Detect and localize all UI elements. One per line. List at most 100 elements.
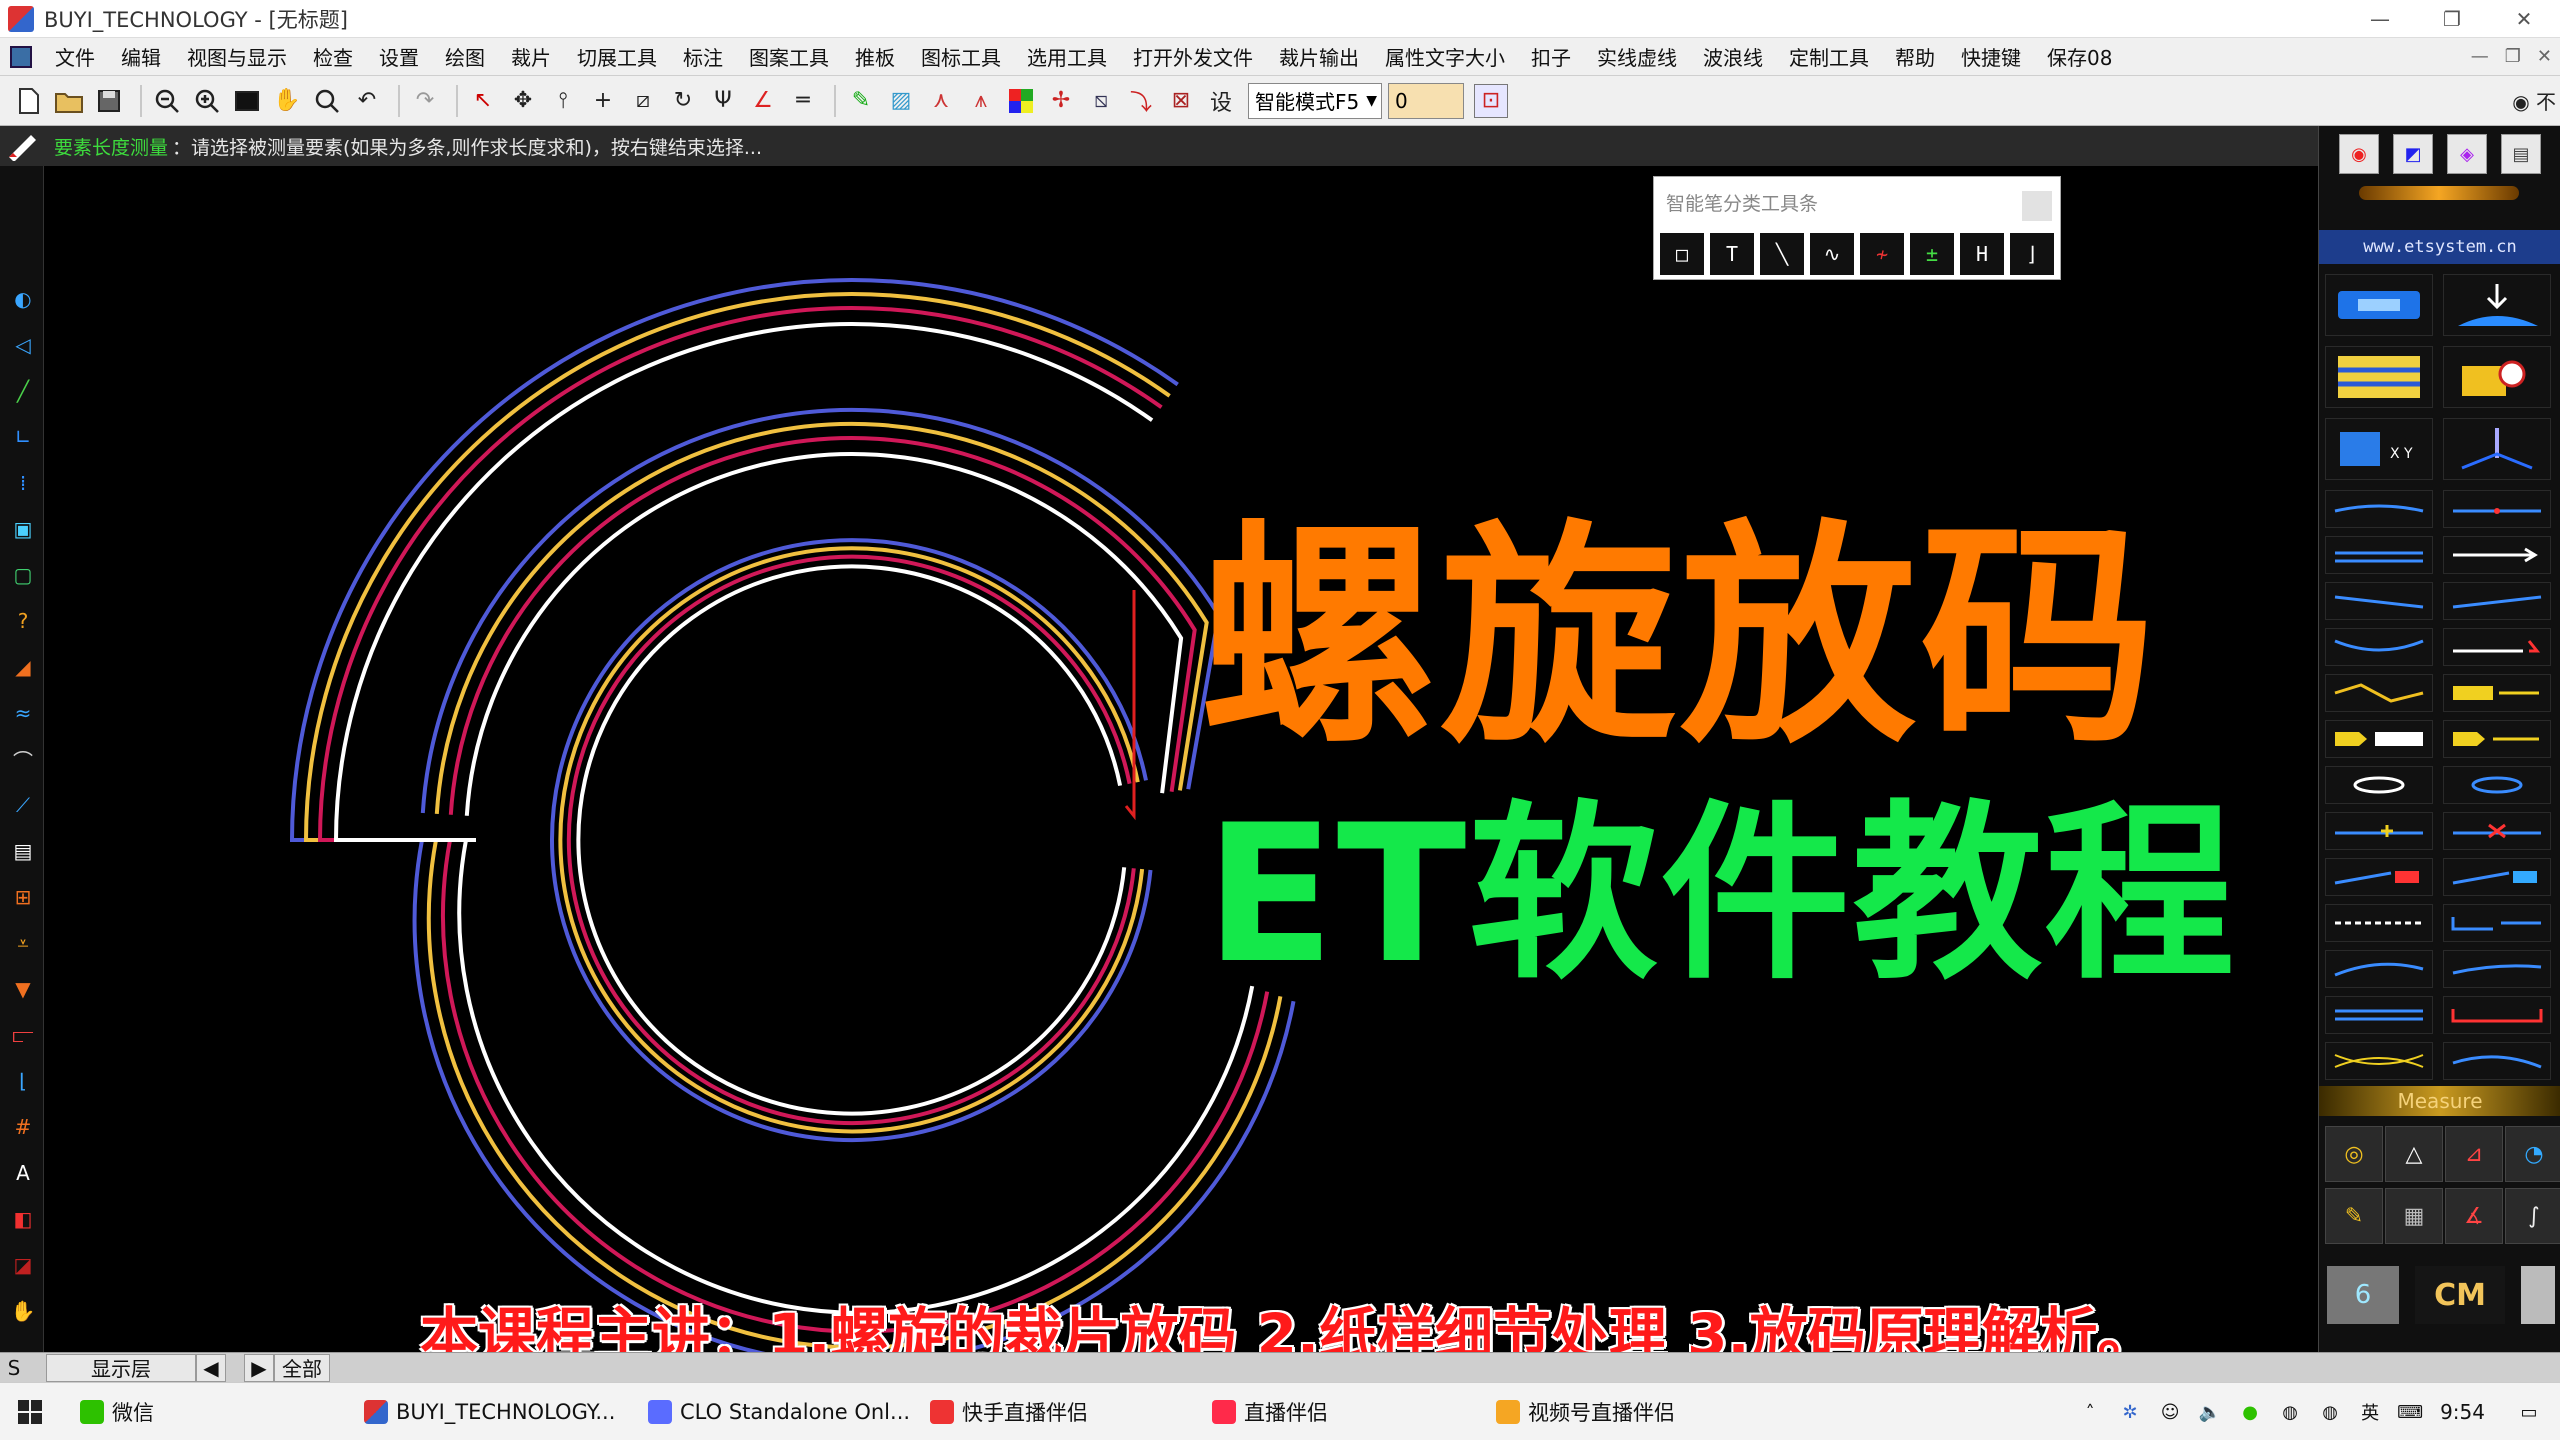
menu-icon-tools[interactable]: 图标工具 — [908, 42, 1014, 71]
task-clo[interactable]: CLO Standalone Onl... — [648, 1391, 910, 1433]
xy-coordinate-icon[interactable]: X Y — [2325, 418, 2433, 480]
curve-edit-icon[interactable] — [2325, 950, 2433, 988]
angle-measure-icon[interactable]: ∡ — [2445, 1188, 2503, 1244]
help-tool-icon[interactable]: ? — [8, 606, 38, 636]
undo-icon[interactable]: ↶ — [350, 84, 384, 118]
menu-pieces[interactable]: 裁片 — [498, 42, 564, 71]
box-tool-icon[interactable]: ▢ — [8, 560, 38, 590]
menu-custom-tools[interactable]: 定制工具 — [1776, 42, 1882, 71]
website-label[interactable]: www.etsystem.cn — [2319, 230, 2560, 264]
zoom-in-icon[interactable] — [190, 84, 224, 118]
chart-icon[interactable]: ◩ — [2393, 134, 2433, 174]
measure-box-icon[interactable]: ⊠ — [1164, 84, 1198, 118]
radio-icon[interactable]: ◉ — [2512, 90, 2529, 114]
menu-view[interactable]: 视图与显示 — [174, 42, 300, 71]
marker-arrow-icon[interactable] — [2325, 858, 2433, 896]
record-icon[interactable]: ◉ — [2339, 134, 2379, 174]
tag-tool-icon[interactable] — [2325, 720, 2433, 758]
bracket-line-icon[interactable] — [2443, 996, 2551, 1034]
rotate-icon[interactable]: ↻ — [666, 84, 700, 118]
calculator-icon[interactable] — [2521, 1266, 2555, 1324]
line-arrow-icon[interactable] — [2443, 536, 2551, 574]
pencil-measure-icon[interactable]: ✎ — [2325, 1188, 2383, 1244]
line-pen-tool[interactable]: ╲ — [1760, 233, 1804, 275]
menu-shortcuts[interactable]: 快捷键 — [1948, 42, 2034, 71]
document-icon[interactable] — [10, 45, 32, 68]
cross-point-icon[interactable]: + — [586, 84, 620, 118]
chevron-up-icon[interactable]: ˄ — [2077, 1399, 2103, 1425]
drill-tool-icon[interactable]: ▼ — [8, 974, 38, 1004]
ruler-tool-icon[interactable]: ⟋ — [8, 790, 38, 820]
menu-wave-line[interactable]: 波浪线 — [1690, 42, 1776, 71]
green-pen-icon[interactable]: ✎ — [844, 84, 878, 118]
symmetry-tool-icon[interactable]: ⩚ — [964, 84, 998, 118]
triangle-measure-icon[interactable]: △ — [2385, 1126, 2443, 1182]
line-angle-icon[interactable] — [2443, 582, 2551, 620]
spiral-outline-crimson[interactable] — [317, 306, 1270, 1334]
cross-curve-icon[interactable] — [2325, 1042, 2433, 1080]
network-share-icon[interactable]: ✲ — [2117, 1399, 2143, 1425]
notification-icon[interactable]: ▭ — [2516, 1399, 2542, 1425]
line-curve-icon[interactable] — [2325, 628, 2433, 666]
menu-check[interactable]: 检查 — [300, 42, 366, 71]
download-icon[interactable] — [2443, 274, 2551, 336]
table-icon[interactable] — [2325, 346, 2433, 408]
chain-tool-icon[interactable] — [2325, 904, 2433, 942]
angle-tool-icon[interactable]: ∠ — [746, 84, 780, 118]
menu-edit[interactable]: 编辑 — [108, 42, 174, 71]
needle-tool-icon[interactable] — [2443, 418, 2551, 480]
task-wechat[interactable]: 微信 — [80, 1391, 154, 1433]
task-buyi[interactable]: BUYI_TECHNOLOGY... — [364, 1391, 615, 1433]
right-angle-icon[interactable]: ∟ — [8, 422, 38, 452]
printer-icon[interactable]: ▤ — [2501, 134, 2541, 174]
clock-time[interactable]: 9:54 — [2440, 1400, 2485, 1424]
eraser-tool-icon[interactable]: ◧ — [8, 1204, 38, 1234]
zoom-window-icon[interactable] — [310, 84, 344, 118]
window-toggle-icon[interactable]: ⊡ — [1474, 83, 1508, 118]
task-kuaishou[interactable]: 快手直播伴侣 — [930, 1391, 1088, 1433]
all-layers-button[interactable]: 全部 — [274, 1353, 330, 1382]
menu-buttons[interactable]: 扣子 — [1518, 42, 1584, 71]
step-tool-icon[interactable]: ⫍ — [8, 1020, 38, 1050]
rectangle-tool-icon[interactable]: ▣ — [8, 514, 38, 544]
add-mark-icon[interactable] — [2325, 812, 2433, 850]
arc-tool-icon[interactable]: ⌒ — [8, 744, 38, 774]
line-tool-icon[interactable]: ╱ — [8, 376, 38, 406]
user-tray-icon[interactable]: ☺ — [2157, 1399, 2183, 1425]
ruler-measure-icon[interactable]: ⊿ — [2445, 1126, 2503, 1182]
mdi-restore-button[interactable]: ❐ — [2505, 46, 2521, 67]
double-line-icon[interactable] — [2325, 996, 2433, 1034]
funnel-tool-icon[interactable]: ⩡ — [8, 928, 38, 958]
offset-pen-tool[interactable]: ± — [1910, 233, 1954, 275]
layer-size-label[interactable]: S — [0, 1356, 28, 1380]
menu-draw[interactable]: 绘图 — [432, 42, 498, 71]
pattern-icon[interactable]: ◈ — [2447, 134, 2487, 174]
restore-button[interactable]: ❐ — [2416, 0, 2488, 38]
menu-select-tools[interactable]: 选用工具 — [1014, 42, 1120, 71]
delete-mark-icon[interactable] — [2443, 812, 2551, 850]
merge-tool-icon[interactable]: ⤵ — [1124, 84, 1158, 118]
wechat-tray-icon[interactable]: ● — [2237, 1399, 2263, 1425]
line-connect-icon[interactable] — [2325, 490, 2433, 528]
add-point-icon[interactable]: ✢ — [1044, 84, 1078, 118]
mdi-minimize-button[interactable]: — — [2471, 46, 2489, 67]
unit-toggle[interactable]: CM — [2415, 1266, 2505, 1324]
move-cross-icon[interactable]: ✥ — [506, 84, 540, 118]
spiral-outline-white[interactable] — [333, 322, 1255, 1315]
value-input[interactable]: 0 — [1388, 82, 1464, 119]
close-button[interactable]: ✕ — [2488, 0, 2560, 38]
mirror-tool-icon[interactable]: ⧅ — [1084, 84, 1118, 118]
settings-char-icon[interactable]: 设 — [1204, 84, 1238, 118]
menu-save08[interactable]: 保存08 — [2034, 42, 2125, 71]
menu-settings[interactable]: 设置 — [366, 42, 432, 71]
menu-open-external[interactable]: 打开外发文件 — [1120, 42, 1266, 71]
grain-tool-icon[interactable]: ⊞ — [8, 882, 38, 912]
button-place-icon[interactable] — [2443, 766, 2551, 804]
line-end-icon[interactable] — [2443, 628, 2551, 666]
layer-next-icon[interactable]: ▶ — [244, 1353, 274, 1382]
camera-tool-icon[interactable] — [2443, 346, 2551, 408]
zoom-out-icon[interactable] — [150, 84, 184, 118]
save-icon[interactable] — [92, 84, 126, 118]
pleat-tool-icon[interactable] — [2443, 904, 2551, 942]
qq-tray-icon[interactable]: ◍ — [2277, 1399, 2303, 1425]
